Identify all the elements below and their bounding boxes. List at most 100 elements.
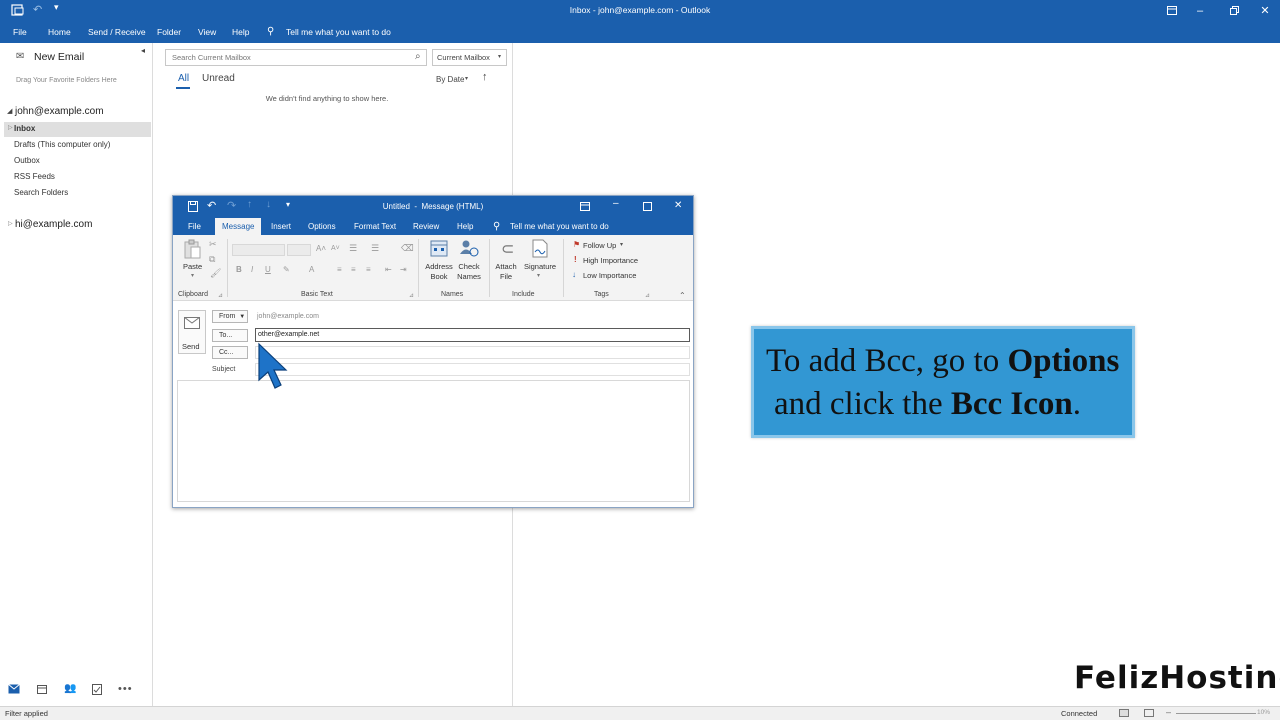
shrink-font-icon[interactable]: A˅ — [331, 245, 340, 252]
paste-icon[interactable] — [184, 239, 201, 259]
cut-icon[interactable]: ✂ — [209, 239, 217, 250]
signature-dropdown-icon[interactable]: ▾ — [537, 272, 540, 279]
compose-close-button[interactable]: ✕ — [674, 200, 682, 211]
high-importance-button[interactable]: High Importance — [583, 256, 638, 265]
zoom-slider[interactable] — [1176, 713, 1256, 714]
numbering-icon[interactable]: ☰ — [371, 243, 379, 254]
search-box[interactable]: Search Current Mailbox ⌕ — [165, 49, 427, 66]
clipboard-launcher-icon[interactable]: ⊿ — [218, 292, 223, 299]
account-hi[interactable]: hi@example.com — [15, 219, 92, 230]
tab-all[interactable]: All — [178, 73, 189, 84]
check-names-icon[interactable] — [459, 239, 479, 258]
font-size-box[interactable] — [287, 244, 311, 256]
font-launcher-icon[interactable]: ⊿ — [409, 292, 414, 299]
compose-minimize-button[interactable]: – — [613, 198, 619, 209]
bold-icon[interactable]: B — [236, 265, 242, 274]
tab-view[interactable]: View — [198, 21, 216, 43]
folder-inbox[interactable]: Inbox — [14, 124, 35, 133]
sort-chevron-icon[interactable]: ▾ — [465, 75, 468, 82]
tasks-nav-icon[interactable] — [92, 684, 102, 695]
highlight-icon[interactable]: ✎ — [283, 265, 290, 274]
folder-rss[interactable]: RSS Feeds — [14, 172, 55, 181]
restore-button[interactable] — [1220, 0, 1248, 21]
folder-expand-icon[interactable]: ▷ — [8, 124, 13, 131]
sort-direction-icon[interactable]: ↑ — [482, 71, 488, 83]
font-color-icon[interactable]: A — [309, 265, 314, 274]
address-book-icon[interactable] — [430, 240, 448, 257]
compose-tab-file[interactable]: File — [183, 218, 206, 235]
message-body[interactable] — [177, 380, 690, 502]
decrease-indent-icon[interactable]: ⇤ — [385, 265, 392, 274]
to-button[interactable]: To... — [212, 329, 248, 342]
italic-icon[interactable]: I — [251, 265, 253, 274]
compose-tab-options[interactable]: Options — [303, 218, 341, 235]
account-john[interactable]: john@example.com — [15, 106, 104, 117]
compose-tab-help[interactable]: Help — [452, 218, 478, 235]
format-painter-icon[interactable]: 🖌 — [210, 268, 221, 279]
follow-up-button[interactable]: Follow Up — [583, 241, 616, 250]
align-left-icon[interactable]: ≡ — [337, 265, 342, 274]
collapse-ribbon-icon[interactable]: ⌃ — [679, 291, 686, 300]
cc-field[interactable] — [255, 346, 690, 359]
copy-icon[interactable]: ⧉ — [209, 254, 215, 265]
more-nav-icon[interactable]: ••• — [118, 683, 133, 695]
low-importance-button[interactable]: Low Importance — [583, 271, 636, 280]
from-button[interactable]: From ▼ — [212, 310, 248, 323]
bullets-icon[interactable]: ☰ — [349, 243, 357, 254]
tab-send-receive[interactable]: Send / Receive — [88, 21, 146, 43]
align-center-icon[interactable]: ≡ — [351, 265, 356, 274]
tab-folder[interactable]: Folder — [157, 21, 181, 43]
folder-outbox[interactable]: Outbox — [14, 156, 40, 165]
underline-icon[interactable]: U — [265, 265, 271, 274]
calendar-nav-icon[interactable] — [37, 684, 47, 694]
tab-help[interactable]: Help — [232, 21, 249, 43]
signature-icon[interactable] — [531, 239, 549, 258]
compose-tell-me[interactable]: Tell me what you want to do — [505, 218, 614, 235]
increase-indent-icon[interactable]: ⇥ — [400, 265, 407, 274]
signature-button[interactable]: Signature — [521, 262, 559, 272]
tell-me-search[interactable]: Tell me what you want to do — [286, 21, 391, 43]
normal-view-icon[interactable] — [1119, 709, 1129, 717]
compose-tab-message[interactable]: Message — [215, 218, 262, 235]
zoom-out-icon[interactable]: – — [1166, 707, 1171, 717]
paste-button[interactable]: Paste — [183, 262, 202, 272]
grow-font-icon[interactable]: A˄ — [316, 244, 326, 253]
clear-formatting-icon[interactable]: ⌫ — [401, 243, 414, 254]
compose-tab-insert[interactable]: Insert — [266, 218, 296, 235]
to-field[interactable]: other@example.net — [255, 328, 690, 342]
expand-arrow-icon[interactable]: ◢ — [7, 107, 12, 115]
attach-file-icon[interactable]: ⊂ — [501, 239, 514, 259]
tags-launcher-icon[interactable]: ⊿ — [645, 292, 650, 299]
paste-dropdown-icon[interactable]: ▾ — [191, 272, 194, 279]
check-names-button[interactable]: Check Names — [453, 262, 485, 282]
compose-ribbon-display-icon[interactable] — [580, 202, 590, 211]
search-scope-dropdown[interactable]: Current Mailbox ▾ — [432, 49, 507, 66]
tab-unread[interactable]: Unread — [202, 73, 235, 84]
sort-by-date[interactable]: By Date — [436, 75, 464, 84]
tab-home[interactable]: Home — [48, 21, 71, 43]
search-icon[interactable]: ⌕ — [415, 51, 421, 62]
account-expand-icon[interactable]: ▷ — [8, 220, 13, 227]
compose-tab-format-text[interactable]: Format Text — [349, 218, 401, 235]
reading-view-icon[interactable] — [1144, 709, 1154, 717]
close-button[interactable]: ✕ — [1251, 0, 1279, 21]
mail-nav-icon[interactable] — [7, 683, 21, 694]
compose-maximize-button[interactable] — [643, 202, 652, 211]
follow-up-dropdown-icon[interactable]: ▾ — [620, 241, 623, 248]
align-right-icon[interactable]: ≡ — [366, 265, 371, 274]
minimize-button[interactable]: – — [1186, 0, 1214, 21]
new-email-button[interactable]: New Email — [34, 51, 84, 63]
compose-tab-review[interactable]: Review — [408, 218, 444, 235]
folder-drafts[interactable]: Drafts (This computer only) — [14, 140, 110, 149]
collapse-pane-icon[interactable]: ◂ — [141, 46, 145, 55]
attach-file-button[interactable]: Attach File — [491, 262, 521, 282]
send-button[interactable]: Send — [178, 310, 206, 354]
people-nav-icon[interactable]: 👥 — [64, 683, 76, 694]
subject-field[interactable] — [255, 363, 690, 376]
folder-search[interactable]: Search Folders — [14, 188, 68, 197]
ribbon-display-icon[interactable] — [1158, 0, 1186, 21]
cc-button[interactable]: Cc... — [212, 346, 248, 359]
address-book-button[interactable]: Address Book — [423, 262, 455, 282]
font-name-box[interactable] — [232, 244, 285, 256]
tab-file[interactable]: File — [13, 21, 27, 43]
